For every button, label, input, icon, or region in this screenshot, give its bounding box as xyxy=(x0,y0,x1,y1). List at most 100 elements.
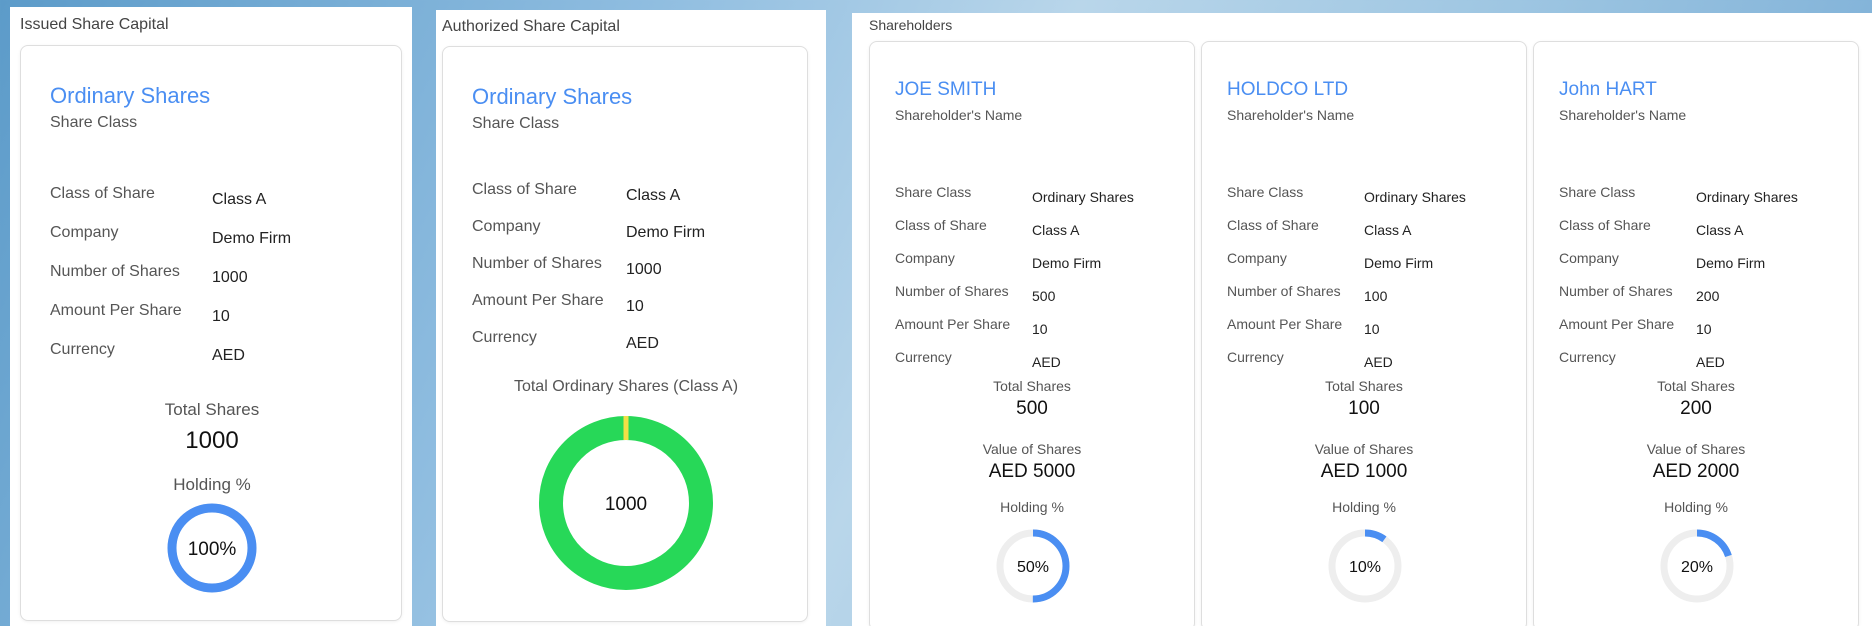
holdco-ltd-total-shares-label: Total Shares xyxy=(1325,378,1403,394)
issued-currency-value: AED xyxy=(212,347,245,364)
joe-smith-number-of-shares-label: Number of Shares xyxy=(895,283,1009,299)
authorized-share-name: Ordinary Shares xyxy=(472,84,633,109)
authorized-shares-center-value: 1000 xyxy=(605,494,647,515)
joe-smith-holding-label: Holding % xyxy=(1000,499,1064,515)
holdco-ltd-number-of-shares-value: 100 xyxy=(1364,288,1388,304)
holdco-ltd-value-of-shares-label: Value of Shares xyxy=(1314,441,1414,457)
john-hart-number-of-shares-value: 200 xyxy=(1696,288,1720,304)
john-hart-currency-label: Currency xyxy=(1559,349,1616,365)
shareholder-name: JOE SMITH xyxy=(895,79,997,100)
issued-share-name: Ordinary Shares xyxy=(50,83,211,108)
joe-smith-share-class-value: Ordinary Shares xyxy=(1032,189,1134,205)
shareholder-card-john-hart: John HART Shareholder's Name Share Class Or… xyxy=(1533,41,1859,626)
john-hart-holding-percent: 20% xyxy=(1681,559,1713,576)
shareholder-name: HOLDCO LTD xyxy=(1227,79,1349,100)
issued-holding-percent: 100% xyxy=(188,539,237,560)
issued-class-of-share-label: Class of Share xyxy=(50,185,155,202)
issued-holding-donut: 100% xyxy=(167,503,257,593)
john-hart-amount-per-share-value: 10 xyxy=(1696,321,1712,337)
holdco-ltd-class-of-share-value: Class A xyxy=(1364,222,1412,238)
issued-class-of-share-value: Class A xyxy=(212,191,267,208)
shareholder-card-joe-smith: JOE SMITH Shareholder's Name Share Class Or… xyxy=(869,41,1195,626)
joe-smith-holding-donut: 50% xyxy=(996,529,1070,603)
authorized-class-of-share-value: Class A xyxy=(626,187,681,204)
holdco-ltd-value-of-shares-value: AED 1000 xyxy=(1320,461,1408,482)
joe-smith-company-value: Demo Firm xyxy=(1032,255,1102,271)
joe-smith-currency-label: Currency xyxy=(895,349,952,365)
holdco-ltd-company-label: Company xyxy=(1227,250,1287,266)
authorized-number-of-shares-value: 1000 xyxy=(626,261,662,278)
issued-total-shares-value: 1000 xyxy=(185,427,239,454)
holdco-ltd-currency-label: Currency xyxy=(1227,349,1284,365)
issued-amount-per-share-label: Amount Per Share xyxy=(50,302,182,319)
issued-panel-title: Issued Share Capital xyxy=(20,16,169,33)
john-hart-total-shares-value: 200 xyxy=(1680,398,1712,419)
holdco-ltd-currency-value: AED xyxy=(1364,354,1393,370)
authorized-amount-per-share-label: Amount Per Share xyxy=(472,292,604,309)
authorized-chart-label: Total Ordinary Shares (Class A) xyxy=(513,378,739,395)
shareholders-panel: Shareholders JOE SMITH Shareholder's Name… xyxy=(852,13,1872,626)
authorized-panel-title: Authorized Share Capital xyxy=(442,18,620,35)
authorized-share-capital-panel: Authorized Share Capital Ordinary Shares… xyxy=(436,10,826,626)
issued-number-of-shares-value: 1000 xyxy=(212,269,248,286)
issued-total-shares-label: Total Shares xyxy=(164,400,260,419)
issued-share-capital-panel: Issued Share Capital Ordinary Shares Sha… xyxy=(10,7,412,626)
john-hart-total-shares-label: Total Shares xyxy=(1657,378,1735,394)
joe-smith-total-shares-value: 500 xyxy=(1016,398,1048,419)
joe-smith-class-of-share-value: Class A xyxy=(1032,222,1080,238)
issued-holding-label: Holding % xyxy=(173,475,251,494)
john-hart-share-class-label: Share Class xyxy=(1559,184,1636,200)
holdco-ltd-total-shares-value: 100 xyxy=(1348,398,1380,419)
holdco-ltd-company-value: Demo Firm xyxy=(1364,255,1434,271)
john-hart-number-of-shares-label: Number of Shares xyxy=(1559,283,1673,299)
authorized-class-of-share-label: Class of Share xyxy=(472,181,577,198)
joe-smith-amount-per-share-label: Amount Per Share xyxy=(895,316,1011,332)
john-hart-holding-donut: 20% xyxy=(1660,529,1734,603)
john-hart-amount-per-share-label: Amount Per Share xyxy=(1559,316,1675,332)
issued-company-label: Company xyxy=(50,224,119,241)
joe-smith-currency-value: AED xyxy=(1032,354,1061,370)
holdco-ltd-holding-donut: 10% xyxy=(1328,529,1402,603)
issued-share-class-caption: Share Class xyxy=(50,114,138,131)
john-hart-class-of-share-label: Class of Share xyxy=(1559,217,1651,233)
john-hart-share-class-value: Ordinary Shares xyxy=(1696,189,1798,205)
holdco-ltd-number-of-shares-label: Number of Shares xyxy=(1227,283,1341,299)
holdco-ltd-holding-percent: 10% xyxy=(1349,559,1381,576)
authorized-currency-value: AED xyxy=(626,335,659,352)
issued-amount-per-share-value: 10 xyxy=(212,308,230,325)
issued-company-value: Demo Firm xyxy=(212,230,292,247)
authorized-share-card: Ordinary Shares Share Class Class of Sha… xyxy=(442,46,808,622)
joe-smith-company-label: Company xyxy=(895,250,955,266)
joe-smith-value-of-shares-label: Value of Shares xyxy=(982,441,1082,457)
holdco-ltd-amount-per-share-value: 10 xyxy=(1364,321,1380,337)
john-hart-currency-value: AED xyxy=(1696,354,1725,370)
john-hart-value-of-shares-label: Value of Shares xyxy=(1646,441,1746,457)
authorized-currency-label: Currency xyxy=(472,329,537,346)
shareholder-name-caption: Shareholder's Name xyxy=(1227,107,1355,123)
john-hart-holding-label: Holding % xyxy=(1664,499,1728,515)
issued-number-of-shares-label: Number of Shares xyxy=(50,263,180,280)
joe-smith-share-class-label: Share Class xyxy=(895,184,972,200)
joe-smith-class-of-share-label: Class of Share xyxy=(895,217,987,233)
holdco-ltd-share-class-value: Ordinary Shares xyxy=(1364,189,1466,205)
authorized-company-value: Demo Firm xyxy=(626,224,706,241)
joe-smith-amount-per-share-value: 10 xyxy=(1032,321,1048,337)
shareholder-name-caption: Shareholder's Name xyxy=(895,107,1023,123)
shareholder-name: John HART xyxy=(1559,79,1657,100)
holdco-ltd-amount-per-share-label: Amount Per Share xyxy=(1227,316,1343,332)
authorized-shares-donut: 1000 xyxy=(539,416,713,590)
joe-smith-value-of-shares-value: AED 5000 xyxy=(988,461,1076,482)
shareholder-card-holdco-ltd: HOLDCO LTD Shareholder's Name Share Class O… xyxy=(1201,41,1527,626)
authorized-number-of-shares-label: Number of Shares xyxy=(472,255,602,272)
authorized-company-label: Company xyxy=(472,218,541,235)
issued-currency-label: Currency xyxy=(50,341,115,358)
authorized-amount-per-share-value: 10 xyxy=(626,298,644,315)
joe-smith-number-of-shares-value: 500 xyxy=(1032,288,1056,304)
authorized-share-class-caption: Share Class xyxy=(472,115,560,132)
shareholders-panel-title: Shareholders xyxy=(869,17,953,33)
john-hart-company-label: Company xyxy=(1559,250,1619,266)
john-hart-company-value: Demo Firm xyxy=(1696,255,1766,271)
john-hart-class-of-share-value: Class A xyxy=(1696,222,1744,238)
holdco-ltd-share-class-label: Share Class xyxy=(1227,184,1304,200)
john-hart-value-of-shares-value: AED 2000 xyxy=(1652,461,1740,482)
